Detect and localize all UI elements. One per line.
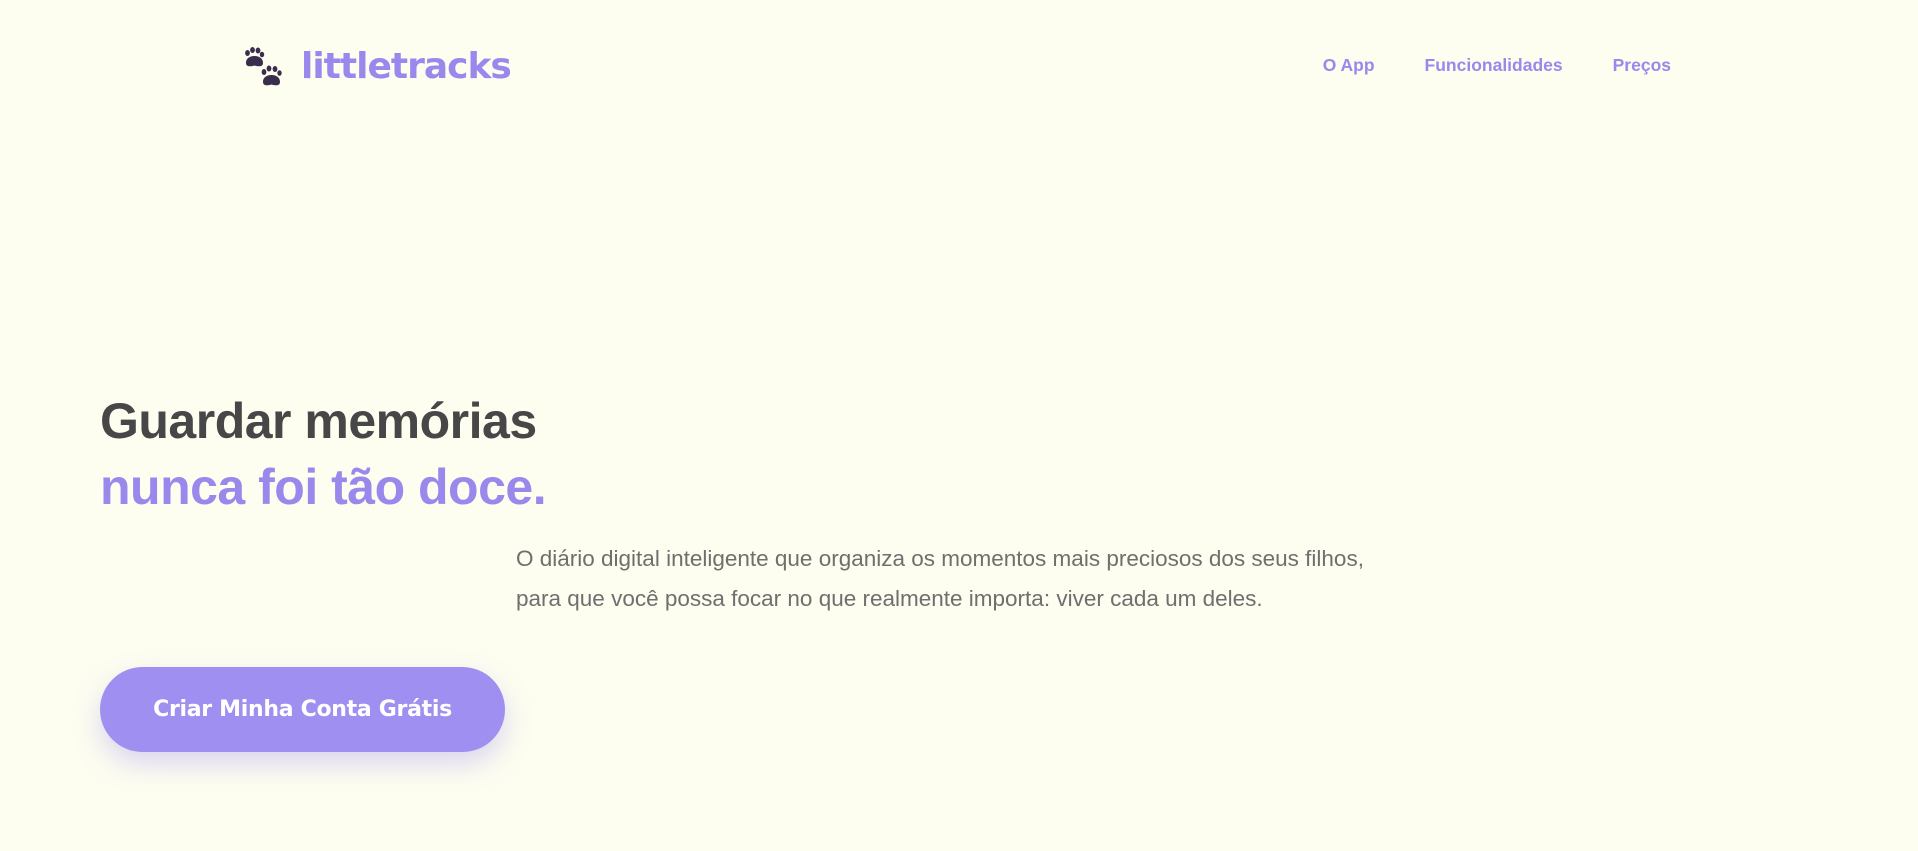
brand-logo-link[interactable]: littletracks bbox=[243, 44, 512, 90]
nav-link-funcionalidades[interactable]: Funcionalidades bbox=[1425, 54, 1563, 76]
site-header: littletracks O App Funcionalidades Preço… bbox=[0, 0, 1918, 130]
main-nav: O App Funcionalidades Preços bbox=[1323, 54, 1671, 76]
hero-description: O diário digital inteligente que organiz… bbox=[516, 546, 1364, 611]
hero-title-line-2: nunca foi tão doce. bbox=[100, 459, 547, 515]
brand-name: littletracks bbox=[301, 46, 512, 87]
hero-title-line-1: Guardar memórias bbox=[100, 393, 537, 449]
hero-title: Guardar memórias nunca foi tão doce. bbox=[100, 388, 547, 520]
paw-prints-icon bbox=[245, 47, 282, 86]
nav-link-o-app[interactable]: O App bbox=[1323, 54, 1375, 76]
create-account-button[interactable]: Criar Minha Conta Grátis bbox=[100, 667, 505, 752]
nav-link-precos[interactable]: Preços bbox=[1613, 54, 1671, 76]
